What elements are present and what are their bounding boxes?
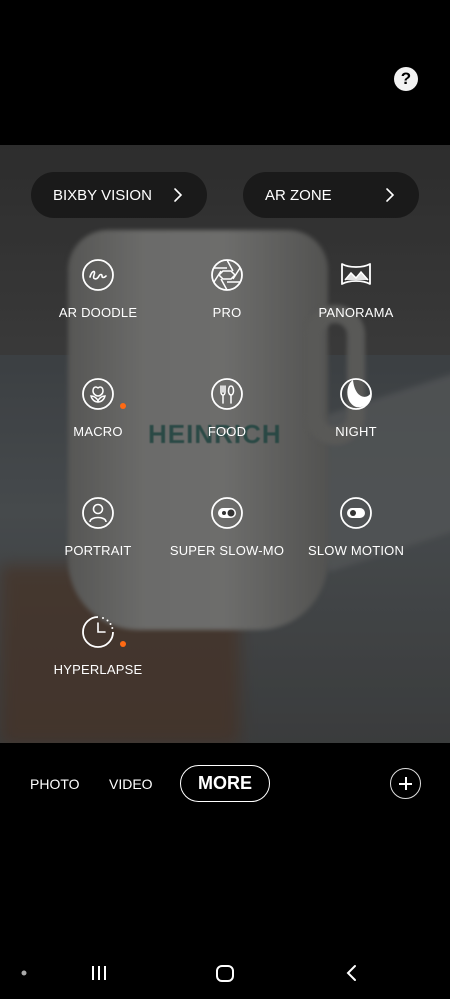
ar-doodle-label: AR DOODLE — [58, 305, 138, 320]
moon-icon — [340, 378, 372, 410]
navigation-bar — [21, 965, 356, 982]
slow-motion-label: SLOW MOTION — [307, 543, 405, 558]
home-icon[interactable] — [216, 965, 234, 982]
mode-portrait[interactable]: PORTRAIT — [23, 496, 173, 558]
recent-apps-icon[interactable] — [92, 966, 106, 980]
hyperlapse-icon — [82, 616, 114, 648]
bixby-vision-label: BIXBY VISION — [53, 186, 152, 204]
food-label: FOOD — [207, 424, 247, 439]
mode-ar-doodle[interactable]: AR DOODLE — [23, 258, 173, 320]
hyperlapse-label: HYPERLAPSE — [53, 662, 143, 677]
ar-zone-label: AR ZONE — [265, 186, 332, 204]
pro-label: PRO — [212, 305, 242, 320]
chevron-right-icon — [174, 188, 183, 202]
tab-more[interactable]: MORE — [180, 765, 270, 802]
fork-knife-icon — [211, 378, 243, 410]
nav-dot-icon — [21, 970, 27, 976]
aperture-icon — [211, 259, 243, 291]
chevron-right-icon — [386, 188, 395, 202]
macro-label: MACRO — [73, 424, 123, 439]
help-icon[interactable]: ? — [394, 67, 418, 91]
portrait-label: PORTRAIT — [64, 543, 132, 558]
add-icon[interactable] — [390, 768, 421, 799]
tab-video[interactable]: VIDEO — [109, 776, 153, 792]
ar-doodle-icon — [82, 259, 114, 291]
slow-motion-icon — [340, 497, 372, 529]
mode-pro[interactable]: PRO — [152, 258, 302, 320]
ar-zone-button[interactable]: AR ZONE — [243, 172, 419, 218]
panorama-label: PANORAMA — [318, 305, 394, 320]
mode-night[interactable]: NIGHT — [281, 377, 431, 439]
mode-panorama[interactable]: PANORAMA — [281, 258, 431, 320]
back-icon[interactable] — [346, 965, 356, 981]
top-bar: ? — [0, 0, 450, 145]
mode-hyperlapse[interactable]: HYPERLAPSE — [23, 615, 173, 677]
mode-food[interactable]: FOOD — [152, 377, 302, 439]
portrait-icon — [82, 497, 114, 529]
panorama-icon — [341, 263, 371, 285]
super-slow-mo-icon — [211, 497, 243, 529]
bixby-vision-button[interactable]: BIXBY VISION — [31, 172, 207, 218]
mode-super-slow-mo[interactable]: SUPER SLOW-MO — [152, 496, 302, 558]
super-slow-mo-label: SUPER SLOW-MO — [169, 543, 285, 558]
tab-photo[interactable]: PHOTO — [30, 776, 80, 792]
night-label: NIGHT — [335, 424, 377, 439]
mode-slow-motion[interactable]: SLOW MOTION — [281, 496, 431, 558]
camera-viewfinder: HEINRICH BIXBY VISION AR ZONE AR DOODLE — [0, 145, 450, 743]
mode-macro[interactable]: MACRO — [23, 377, 173, 439]
flower-icon — [82, 378, 114, 410]
